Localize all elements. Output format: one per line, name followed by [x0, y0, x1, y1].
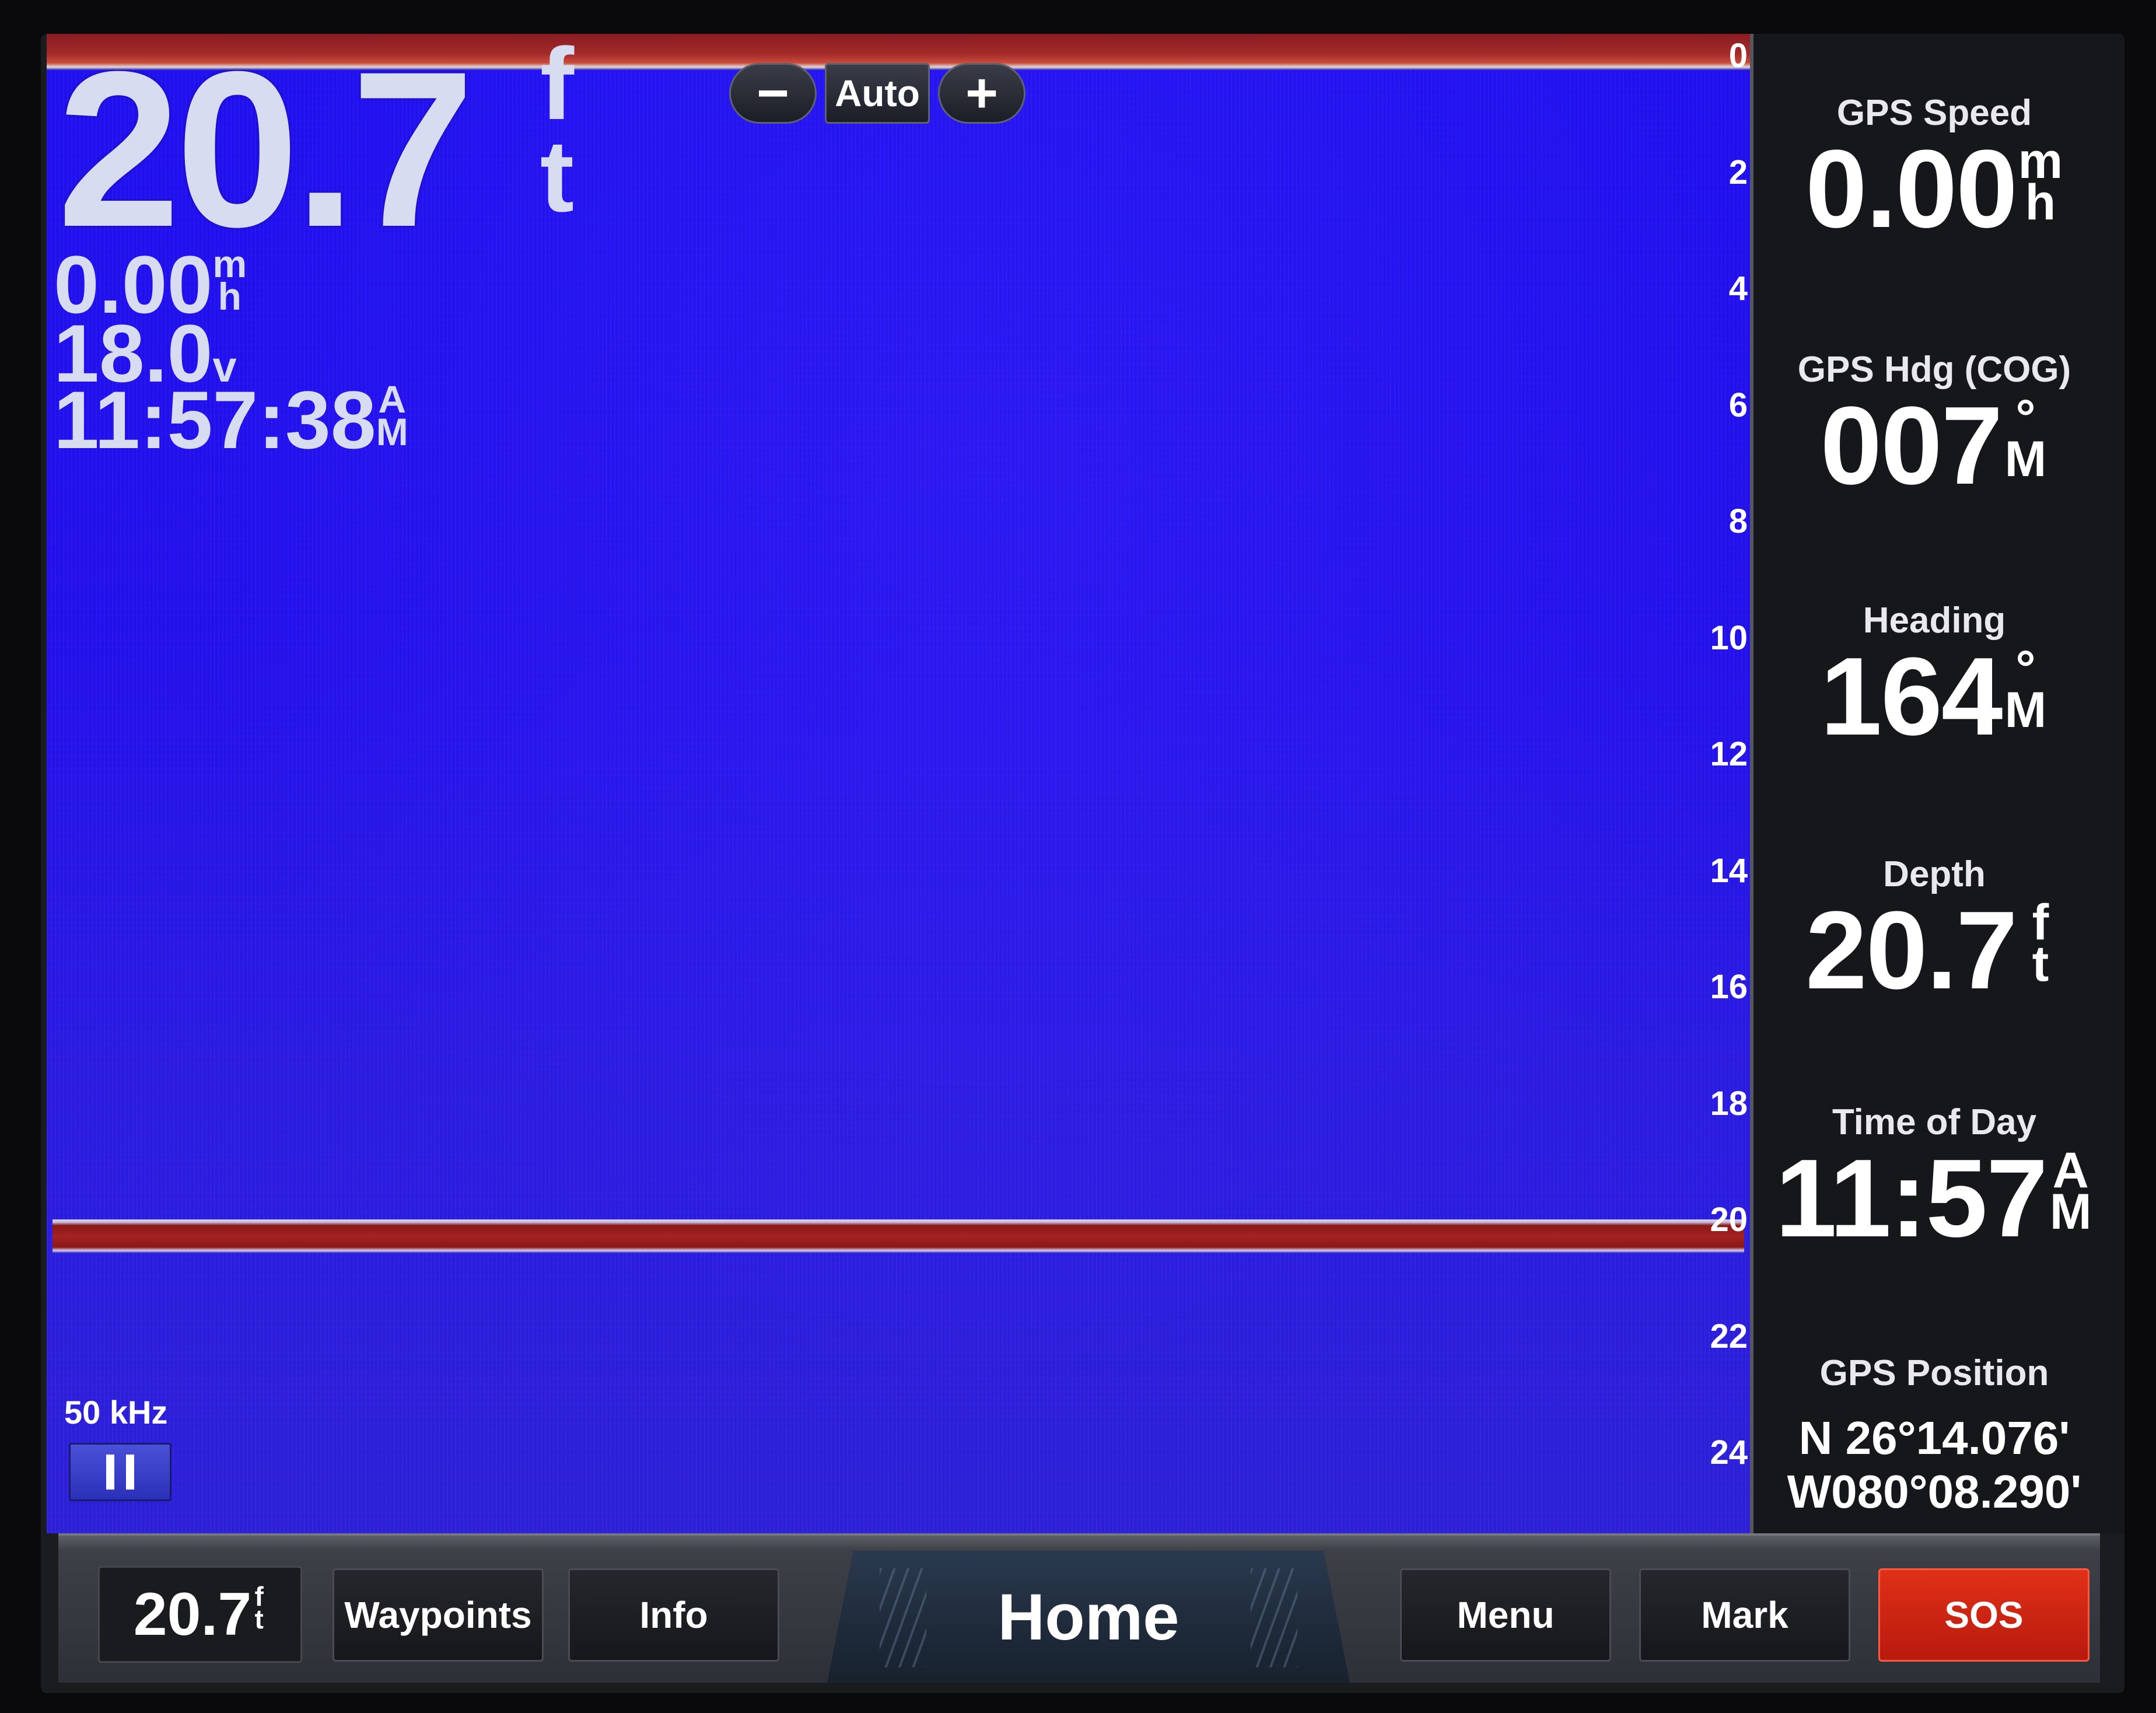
frequency-label: 50 kHz	[64, 1394, 168, 1431]
gps-heading-value: 007	[1820, 384, 2003, 508]
gps-position-field[interactable]: GPS Position N 26°14.076' W080°08.290'	[1754, 1352, 2115, 1519]
bottom-depth-unit: ft	[251, 1583, 267, 1634]
heading-field[interactable]: Heading 164 ° M	[1754, 600, 2115, 752]
depth-scale-tick-label: 0	[1728, 37, 1748, 75]
overlay-depth-value: 20.7	[57, 34, 475, 273]
depth-scale-tick-label: 12	[1710, 735, 1748, 773]
overlay-time-value: 11:57:38	[54, 374, 376, 466]
depth-scale-tick-label: 8	[1728, 502, 1748, 540]
pause-icon	[106, 1455, 114, 1490]
depth-scale-tick-label: 6	[1728, 386, 1748, 424]
pause-icon	[126, 1455, 134, 1490]
overlay-time-unit-bottom: M	[376, 410, 408, 454]
depth-value-row: 20.7 f t	[1754, 895, 2115, 1006]
mark-button[interactable]: Mark	[1639, 1568, 1850, 1662]
gps-heading-field[interactable]: GPS Hdg (COG) 007 ° M	[1754, 349, 2115, 501]
zoom-auto-button[interactable]: Auto	[825, 63, 930, 124]
waypoints-button[interactable]: Waypoints	[332, 1568, 544, 1662]
depth-scale-tick-label: 24	[1710, 1434, 1748, 1471]
bottom-depth-unit-bottom: t	[254, 1604, 264, 1634]
overlay-speed-unit: mh	[212, 244, 247, 316]
bottom-bar: 20.7 f t Waypoints Info Home Menu Mark SOS	[58, 1533, 2100, 1683]
overlay-depth-unit: f t	[525, 34, 589, 233]
zoom-out-button[interactable]: −	[729, 62, 817, 124]
gps-heading-value-row: 007 ° M	[1754, 390, 2115, 501]
home-grip-right	[1251, 1568, 1297, 1667]
time-of-day-value-row: 11:57 A M	[1754, 1143, 2115, 1254]
depth-unit-bottom: t	[2032, 935, 2049, 992]
bottom-return-line	[52, 1219, 1744, 1253]
bottom-depth-readout[interactable]: 20.7 f t	[98, 1566, 302, 1663]
heading-unit: ° M	[2002, 644, 2049, 738]
heading-value-row: 164 ° M	[1754, 641, 2115, 752]
depth-scale-tick-label: 22	[1710, 1317, 1748, 1355]
chartplotter-screen: 20.7 f t 0.00 m h 18.0v 11:57:38 A M − Auto …	[41, 34, 2124, 1693]
info-button[interactable]: Info	[568, 1568, 779, 1662]
depth-scale-tick-label: 20	[1710, 1201, 1748, 1239]
gps-latitude: N 26°14.076'	[1798, 1412, 2070, 1464]
zoom-in-button[interactable]: +	[938, 62, 1026, 124]
time-of-day-field[interactable]: Time of Day 11:57 A M	[1754, 1102, 2115, 1254]
data-panel: GPS Speed 0.00 m h GPS Hdg (COG) 007 ° M Hea…	[1750, 34, 2124, 1533]
gps-speed-value-row: 0.00 m h	[1754, 134, 2115, 244]
home-grip-left	[880, 1568, 926, 1667]
menu-button[interactable]: Menu	[1400, 1568, 1611, 1662]
time-of-day-unit: AM	[2047, 1145, 2094, 1240]
home-label: Home	[998, 1580, 1180, 1653]
overlay-depth-unit-bottom: t	[540, 119, 575, 233]
depth-scale-tick-label: 14	[1710, 851, 1748, 890]
depth-scale-tick-label: 18	[1710, 1084, 1748, 1123]
depth-scale-tick-label: 4	[1728, 270, 1748, 307]
home-button[interactable]: Home	[827, 1551, 1350, 1683]
depth-scale-tick-label: 16	[1710, 968, 1748, 1006]
gps-heading-unit-bottom: M	[2004, 431, 2047, 487]
gps-heading-unit: ° M	[2002, 393, 2049, 487]
depth-scale-tick-label: 10	[1710, 618, 1748, 657]
bottom-depth-value: 20.7	[133, 1580, 252, 1648]
sonar-view[interactable]: 20.7 f t 0.00 m h 18.0v 11:57:38 A M − Auto …	[47, 34, 1750, 1533]
time-of-day-unit-bottom: M	[2049, 1183, 2092, 1240]
depth-unit: ft	[2017, 897, 2063, 992]
overlay-time: 11:57:38 A M	[54, 379, 408, 461]
zoom-controls: − Auto +	[729, 62, 1026, 124]
gps-longitude: W080°08.290'	[1787, 1466, 2082, 1518]
heading-value: 164	[1820, 635, 2003, 758]
pause-button[interactable]	[69, 1443, 172, 1501]
overlay-depth-unit-top: f	[540, 34, 575, 141]
gps-position-label: GPS Position	[1819, 1353, 2049, 1393]
gps-speed-value: 0.00	[1805, 127, 2018, 251]
gps-speed-unit: mh	[2017, 136, 2063, 227]
time-of-day-value: 11:57	[1775, 1137, 2048, 1260]
overlay-time-unit: AM	[376, 380, 408, 454]
sos-button[interactable]: SOS	[1878, 1568, 2090, 1662]
heading-unit-bottom: M	[2004, 681, 2047, 738]
depth-scale-tick-label: 2	[1728, 153, 1748, 191]
depth-value: 20.7	[1805, 889, 2018, 1012]
depth-field[interactable]: Depth 20.7 f t	[1754, 854, 2115, 1006]
gps-speed-field[interactable]: GPS Speed 0.00 m h	[1754, 92, 2115, 244]
